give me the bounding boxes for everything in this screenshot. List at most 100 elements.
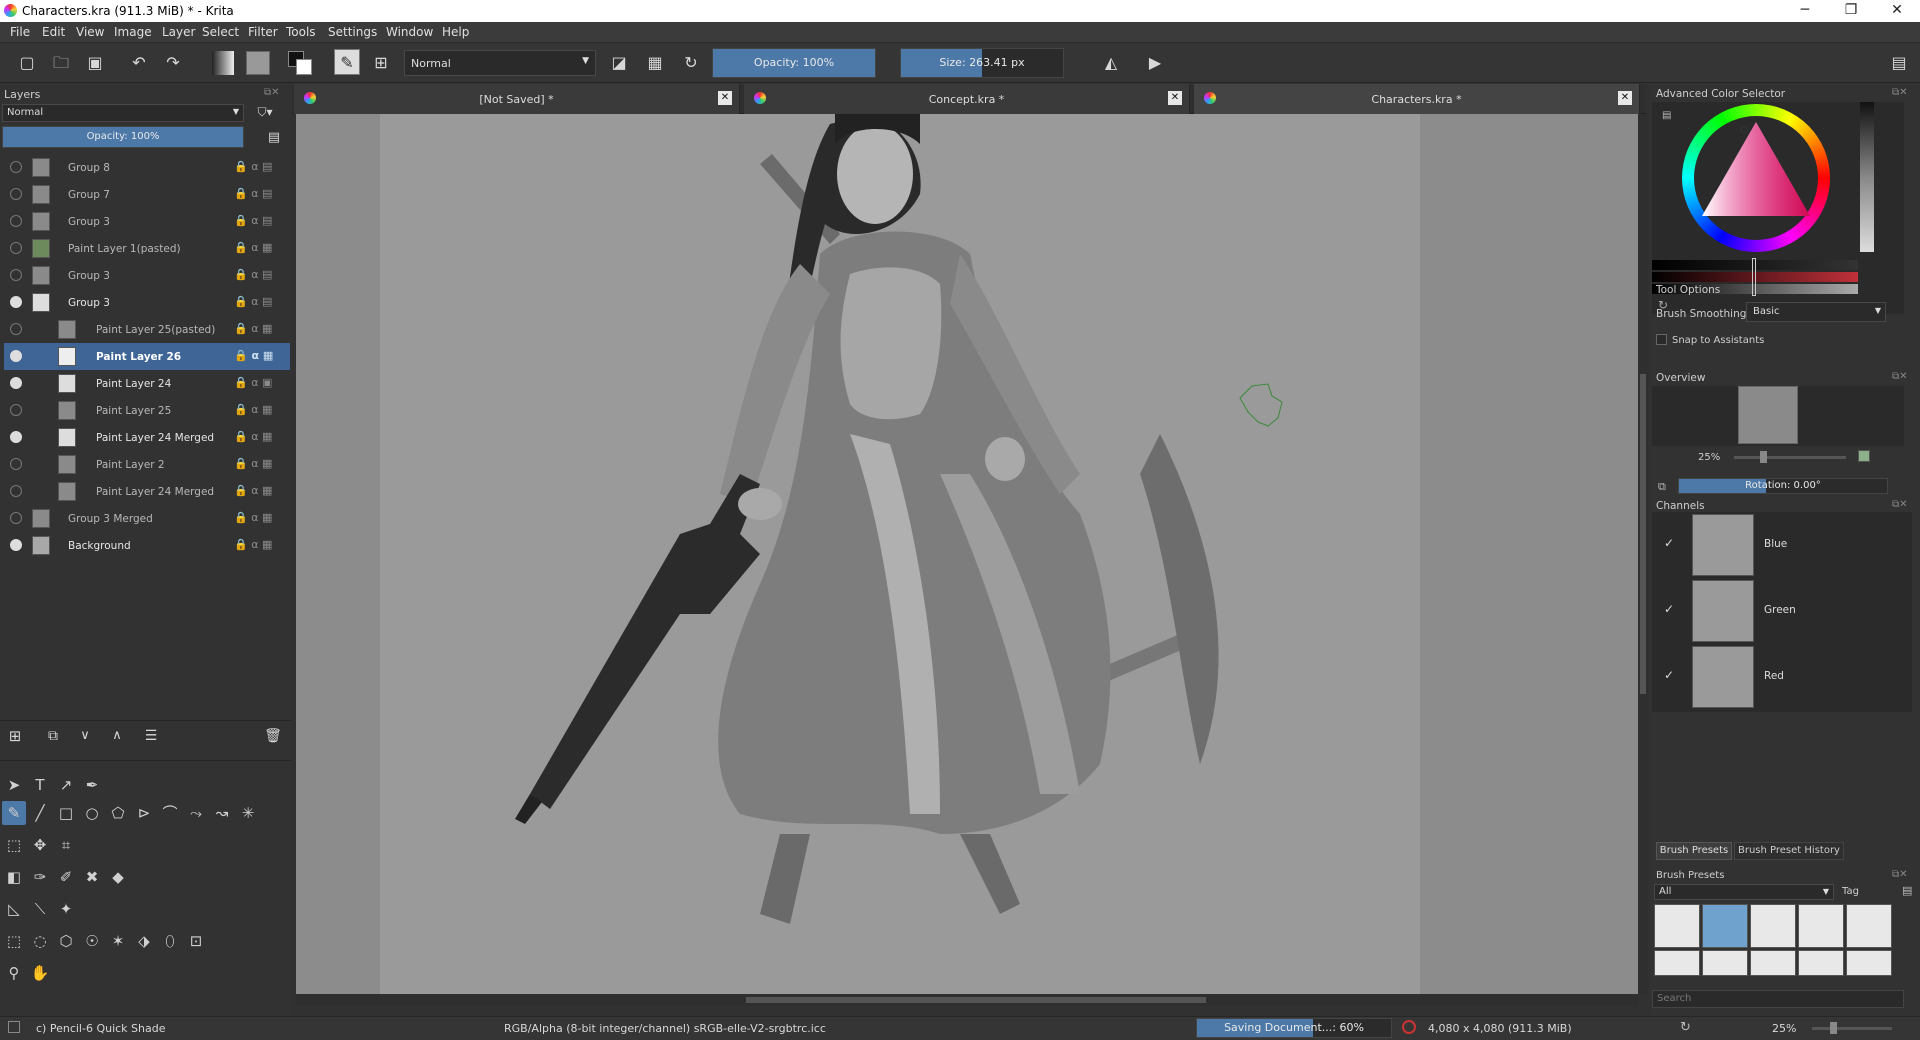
dynamic-brush-tool-icon[interactable]: ↝ [210, 801, 234, 825]
tab-not-saved[interactable]: [Not Saved] * ✕ [294, 84, 740, 114]
layer-properties-icon[interactable]: ▤ [264, 128, 284, 148]
docker-float-icon[interactable]: ⧉✕ [1892, 869, 1908, 880]
reload-preset-icon[interactable]: ↻ [680, 52, 702, 74]
menu-window[interactable]: Window [386, 25, 433, 39]
transform-tool-icon[interactable]: ⬚ [2, 833, 26, 857]
color-selector-panel[interactable]: ▤ ↻ [1652, 102, 1904, 314]
assistant-tool-icon[interactable]: ⟍ [28, 897, 52, 921]
opacity-slider[interactable]: Opacity: 100% [712, 48, 876, 78]
save-icon[interactable]: ▣ [84, 52, 106, 74]
layer-row[interactable]: Paint Layer 1(pasted) 🔒 α ▦ [4, 235, 290, 262]
undo-icon[interactable]: ↶ [128, 52, 150, 74]
channel-row-blue[interactable]: ✓ Blue [1656, 512, 1912, 578]
tab-brush-preset-history[interactable]: Brush Preset History [1734, 842, 1844, 860]
brush-preset[interactable] [1702, 950, 1748, 976]
brush-preset-icon[interactable]: ✎ [334, 49, 360, 75]
preset-view-icon[interactable]: ▤ [1902, 884, 1912, 897]
lock-alpha-icons[interactable]: 🔒 α ▤ [234, 187, 272, 200]
visibility-eye-icon[interactable] [10, 512, 22, 524]
polygon-tool-icon[interactable]: ⬠ [106, 801, 130, 825]
docker-float-icon[interactable]: ⧉✕ [264, 87, 280, 98]
lock-alpha-icons[interactable]: 🔒 α ▦ [234, 430, 272, 443]
layer-blend-mode-select[interactable]: Normal ▼ [2, 104, 244, 122]
measure-tool-icon[interactable]: ◺ [2, 897, 26, 921]
colorize-mask-tool-icon[interactable]: ✐ [54, 865, 78, 889]
channel-row-green[interactable]: ✓ Green [1656, 578, 1912, 644]
visibility-eye-icon[interactable] [10, 296, 22, 308]
color-picker-tool-icon[interactable]: ✑ [28, 865, 52, 889]
move-tool-icon[interactable]: ✥ [28, 833, 52, 857]
brush-preset[interactable] [1654, 950, 1700, 976]
layer-opacity-slider[interactable]: Opacity: 100% [2, 126, 244, 148]
menu-file[interactable]: File [10, 25, 30, 39]
layer-row[interactable]: Group 3 🔒 α ▤ [4, 208, 290, 235]
lock-alpha-icons[interactable]: 🔒 α ▦ [234, 511, 272, 524]
lock-alpha-icons[interactable]: 🔒 α ▤ [234, 160, 272, 173]
layer-row[interactable]: Group 8 🔒 α ▤ [4, 154, 290, 181]
color-settings-icon[interactable]: ▤ [1662, 110, 1671, 121]
contiguous-selection-tool-icon[interactable]: ✶ [106, 929, 130, 953]
snap-assistants-checkbox[interactable] [1656, 334, 1667, 345]
visibility-eye-icon[interactable] [10, 269, 22, 281]
cancel-saving-icon[interactable] [1402, 1020, 1416, 1034]
brush-preset[interactable] [1798, 950, 1844, 976]
layer-row[interactable]: Paint Layer 2 🔒 α ▦ [4, 451, 290, 478]
brush-preset[interactable] [1846, 904, 1892, 948]
channel-row-red[interactable]: ✓ Red [1656, 644, 1912, 710]
tab-close-button[interactable]: ✕ [718, 91, 732, 105]
size-slider[interactable]: Size: 263.41 px [900, 48, 1064, 78]
pattern-swatch[interactable] [246, 51, 270, 75]
rectangle-tool-icon[interactable]: □ [54, 801, 78, 825]
move-layer-down-icon[interactable]: ∨ [74, 725, 96, 747]
lock-alpha-icons[interactable]: 🔒 α ▦ [234, 484, 272, 497]
menu-layer[interactable]: Layer [162, 25, 195, 39]
close-window-button[interactable]: ✕ [1874, 0, 1920, 22]
canvas-document[interactable] [380, 114, 1420, 994]
layer-row[interactable]: Group 3 🔒 α ▤ [4, 262, 290, 289]
visibility-eye-icon[interactable] [10, 485, 22, 497]
lock-alpha-icons[interactable]: 🔒 α ▦ [234, 457, 272, 470]
tab-concept[interactable]: Concept.kra * ✕ [744, 84, 1190, 114]
visibility-eye-icon[interactable] [10, 161, 22, 173]
color-history-strip[interactable] [1860, 102, 1874, 252]
smart-patch-tool-icon[interactable]: ✖ [80, 865, 104, 889]
brush-preset[interactable] [1750, 904, 1796, 948]
elliptical-selection-tool-icon[interactable]: ◌ [28, 929, 52, 953]
brush-preset[interactable] [1798, 904, 1844, 948]
saturation-triangle[interactable] [1698, 120, 1814, 220]
move-layer-up-icon[interactable]: ∧ [106, 725, 128, 747]
maximize-button[interactable]: ❐ [1828, 0, 1874, 22]
bezier-selection-tool-icon[interactable]: ⬯ [158, 929, 182, 953]
vertical-scroll-thumb[interactable] [1640, 374, 1646, 694]
rotate-reset-icon[interactable]: ↻ [1680, 1020, 1691, 1035]
gradient-tool-icon[interactable]: ◧ [2, 865, 26, 889]
lock-alpha-icons[interactable]: 🔒 α ▤ [234, 214, 272, 227]
zoom-tool-icon[interactable]: ⚲ [2, 961, 26, 985]
mirror-horizontal-icon[interactable]: ◭ [1100, 52, 1122, 74]
canvas-vertical-scrollbar[interactable] [1638, 114, 1648, 994]
alpha-lock-icon[interactable]: ▦ [644, 52, 666, 74]
visibility-eye-icon[interactable] [10, 431, 22, 443]
layer-row[interactable]: Group 3 🔒 α ▤ [4, 289, 290, 316]
new-document-icon[interactable]: ▢ [16, 52, 38, 74]
layer-row[interactable]: Background 🔒 α ▦ [4, 532, 290, 559]
magnetic-selection-tool-icon[interactable]: ⊡ [184, 929, 208, 953]
docker-float-icon[interactable]: ⧉✕ [1892, 371, 1908, 382]
preset-tag-label[interactable]: Tag [1842, 886, 1859, 897]
minimize-button[interactable]: ─ [1782, 0, 1828, 22]
pan-tool-icon[interactable]: ✋ [28, 961, 52, 985]
tab-brush-presets[interactable]: Brush Presets [1656, 842, 1732, 860]
layer-row[interactable]: Paint Layer 24 🔒 α ▣ [4, 370, 290, 397]
eraser-icon[interactable]: ◪ [608, 52, 630, 74]
brush-preset[interactable] [1654, 904, 1700, 948]
menu-view[interactable]: View [76, 25, 104, 39]
calligraphy-tool-icon[interactable]: ✒ [80, 773, 104, 797]
menu-filter[interactable]: Filter [248, 25, 278, 39]
overview-panel[interactable] [1652, 386, 1904, 446]
visibility-eye-icon[interactable] [10, 188, 22, 200]
freehand-path-tool-icon[interactable]: ⤳ [184, 801, 208, 825]
canvas-horizontal-scrollbar[interactable] [296, 994, 1638, 1006]
lock-alpha-icons[interactable]: 🔒 α ▦ [234, 538, 272, 551]
visibility-eye-icon[interactable] [10, 350, 22, 362]
lock-alpha-icons[interactable]: 🔒 α ▦ [234, 322, 272, 335]
